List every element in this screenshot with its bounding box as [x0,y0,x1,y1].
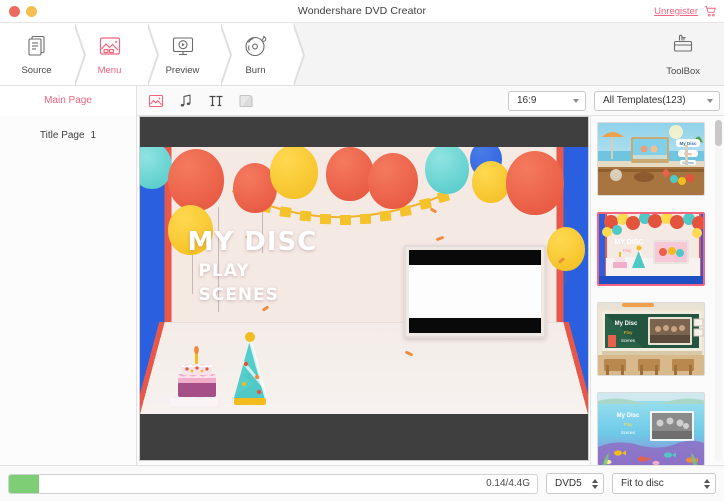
disc-capacity-fill [9,474,39,493]
aspect-ratio-value: 16:9 [517,95,537,106]
tab-main-page[interactable]: Main Page [0,85,137,116]
preview-panel: MY DISC PLAY SCENES [137,116,590,465]
frame-icon[interactable] [237,92,255,110]
page-item-title-page[interactable]: Title Page 1 [0,126,136,145]
templates-panel: My Disc Play Scenes [590,116,724,465]
disc-capacity-bar: 0.14/4.4G [8,473,538,494]
minimize-button[interactable] [26,5,37,17]
svg-text:My Disc: My Disc [615,321,638,327]
balloon [471,161,510,203]
balloon [546,227,585,271]
svg-text:Scenes: Scenes [682,161,694,165]
aspect-ratio-select[interactable]: 16:9 [508,90,586,111]
step-preview-label: Preview [165,64,200,76]
menu-video-thumbnail-inner [408,250,541,333]
step-source-label: Source [21,64,52,76]
svg-text:Scenes: Scenes [621,338,635,343]
disc-type-select[interactable]: DVD5 [546,473,604,494]
music-note-icon[interactable] [177,92,195,110]
menu-scenes-text[interactable]: SCENES [199,285,318,306]
dvd-creator-window: Wondershare DVD Creator Unregister Sourc… [0,0,724,501]
template-thumbnail-classroom-blackboard[interactable]: My Disc Play Scenes [597,302,705,376]
stepper-arrows-icon [704,478,710,489]
svg-text:Play: Play [624,422,634,427]
letterbox-bar-top [408,250,541,265]
svg-text:My Disc: My Disc [617,413,640,419]
disc-type-value: DVD5 [555,478,582,489]
svg-text:MY DISC: MY DISC [614,239,643,246]
balloon [424,147,469,194]
disc-flame-icon [243,31,269,61]
monitor-play-icon [170,31,196,61]
documents-icon [24,31,50,61]
balloon [167,149,224,211]
title-bar: Wondershare DVD Creator Unregister [0,0,724,22]
template-thumbnail-beach[interactable]: My Disc Play Scenes [597,122,705,196]
letterbox-bar-bottom [408,318,541,333]
page-item-number: 1 [90,130,97,141]
menu-video-thumbnail[interactable] [403,245,546,338]
edit-tool-group [137,92,255,110]
shopping-cart-icon[interactable] [704,5,717,18]
page-item-label: Title Page [39,130,85,141]
sub-toolbar-right: 16:9 All Templates(123) [508,86,720,115]
balloon [505,151,564,215]
text-tool-icon[interactable] [207,92,225,110]
toolbox-icon [670,31,696,62]
birthday-cake [166,344,228,410]
step-toolbar: Source Menu Preview Burn ToolBox [0,22,724,87]
template-thumbnail-underwater-ocean[interactable]: My Disc Play Scenes [597,392,705,465]
step-menu-label: Menu [97,64,122,76]
template-thumbnail-birthday-balloons[interactable]: MY DISC Play Scenes [597,212,705,286]
party-hat [230,332,270,408]
templates-filter-select[interactable]: All Templates(123) [594,90,720,111]
balloon [269,147,318,199]
pages-panel: Title Page 1 [0,116,137,465]
balloon [367,153,418,209]
step-source[interactable]: Source [0,23,86,87]
disc-size-label: 0.14/4.4G [486,478,530,489]
window-controls [0,5,37,17]
templates-scrollbar-track[interactable] [715,120,722,461]
quality-select[interactable]: Fit to disc [612,473,716,494]
bottom-status-bar: 0.14/4.4G DVD5 Fit to disc [0,465,724,501]
toolbox-button[interactable]: ToolBox [666,23,700,85]
step-burn-label: Burn [245,64,266,76]
menu-play-text[interactable]: PLAY [199,261,318,282]
step-list: Source Menu Preview Burn [0,23,305,87]
toolbox-label: ToolBox [666,66,700,77]
window-title: Wondershare DVD Creator [297,5,427,17]
stepper-arrows-icon [592,478,598,489]
main-body: Title Page 1 MY DISC PLAY SCENES My Disc… [0,116,724,465]
sub-toolbar: Main Page 16:9 All Templates(123) [0,85,724,116]
quality-value: Fit to disc [621,478,664,489]
balloon [325,147,374,201]
menu-title-text[interactable]: MY DISC [188,228,318,256]
templates-scrollbar-thumb[interactable] [715,120,722,146]
menu-text-block: MY DISC PLAY SCENES [188,228,318,306]
background-image-icon[interactable] [147,92,165,110]
svg-text:Scenes: Scenes [621,430,635,435]
svg-text:Play: Play [623,248,633,253]
close-button[interactable] [9,5,20,17]
chevron-down-icon [707,98,713,103]
svg-text:My Disc: My Disc [679,141,697,146]
image-icon [97,31,123,61]
chevron-down-icon [573,98,579,103]
menu-scene: MY DISC PLAY SCENES [139,147,588,414]
templates-filter-value: All Templates(123) [603,95,686,106]
menu-canvas[interactable]: MY DISC PLAY SCENES [138,116,589,461]
unregister-link[interactable]: Unregister [654,6,698,17]
title-bar-actions: Unregister [654,5,717,18]
svg-text:Play: Play [624,330,634,335]
